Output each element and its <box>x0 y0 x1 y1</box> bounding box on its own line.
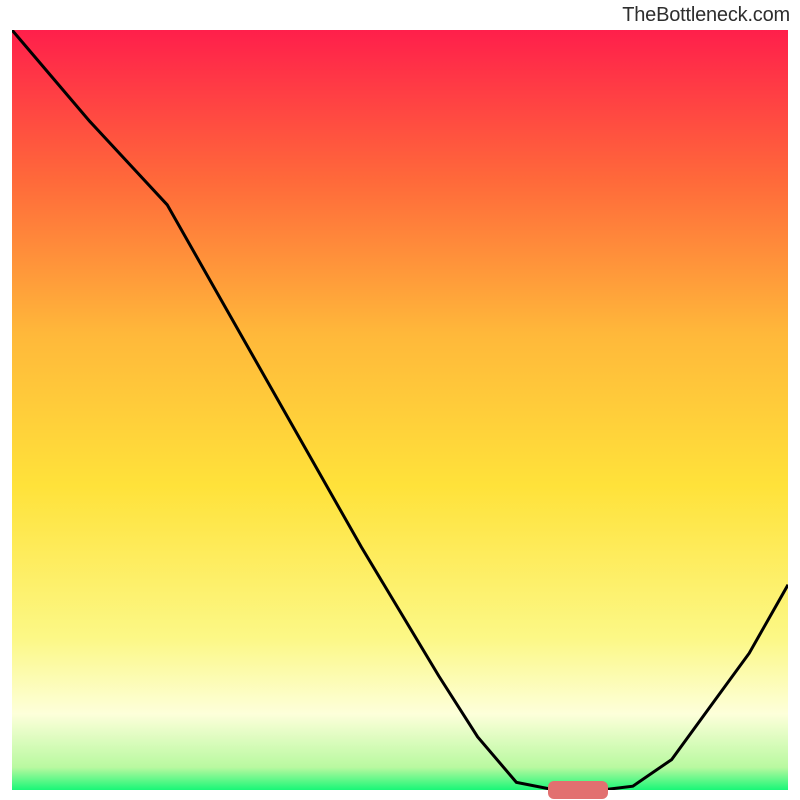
attribution-text: TheBottleneck.com <box>622 4 790 27</box>
chart-svg <box>12 30 788 790</box>
chart-wrapper: TheBottleneck.com <box>0 0 800 800</box>
plot-area <box>12 30 788 790</box>
gradient-background <box>12 30 788 790</box>
